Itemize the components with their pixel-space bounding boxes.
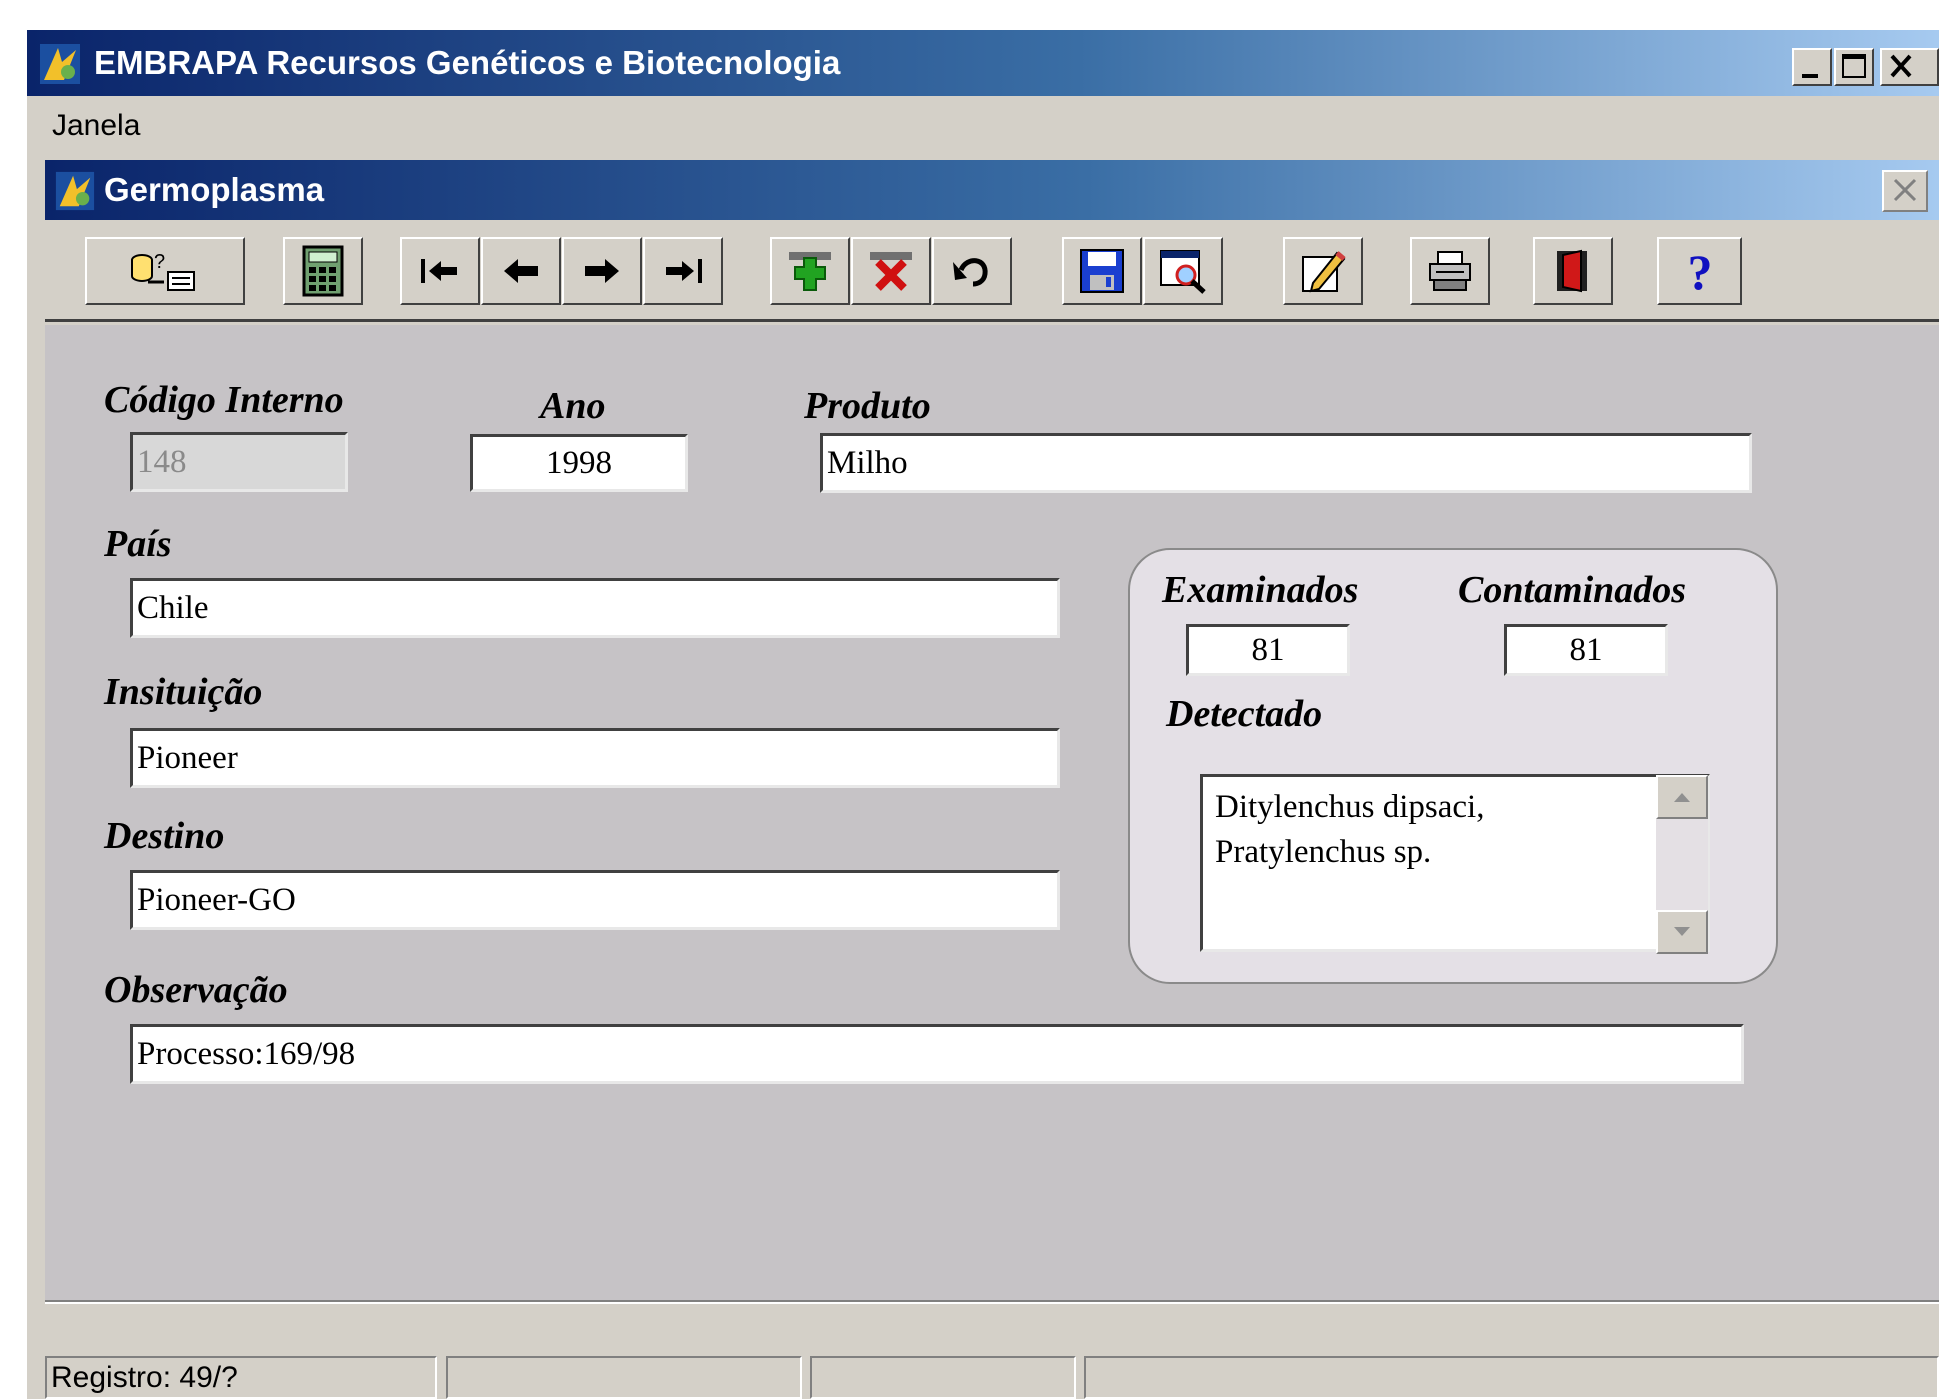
print-icon [1429, 251, 1471, 291]
contaminados-field[interactable]: 81 [1504, 624, 1668, 676]
label-observacao: Observação [104, 969, 288, 1011]
arrow-up-icon [1674, 793, 1690, 802]
exit-door-icon [1557, 249, 1587, 293]
instituicao-field[interactable]: Pioneer [130, 728, 1060, 788]
query-button[interactable]: ? [85, 237, 245, 305]
help-icon: ? [1687, 245, 1712, 297]
detectado-line: Ditylenchus dipsaci, [1215, 789, 1485, 825]
last-record-button[interactable] [643, 237, 723, 305]
scroll-down-button[interactable] [1656, 910, 1708, 954]
label-produto: Produto [804, 385, 931, 427]
close-icon [1893, 178, 1917, 202]
next-record-icon [585, 259, 619, 283]
status-separator [45, 1300, 1939, 1304]
close-icon [1890, 54, 1912, 78]
menu-janela[interactable]: Janela [52, 98, 140, 153]
svg-text:?: ? [1687, 245, 1712, 297]
help-button[interactable]: ? [1657, 237, 1742, 305]
produto-field[interactable]: Milho [820, 433, 1752, 493]
label-destino: Destino [104, 815, 225, 857]
maximize-icon [1842, 54, 1866, 78]
child-title: Germoplasma [104, 171, 325, 208]
svg-text:?: ? [154, 251, 165, 273]
minimize-button[interactable] [1792, 48, 1832, 86]
label-codigo-interno: Código Interno [104, 379, 344, 421]
next-record-button[interactable] [562, 237, 642, 305]
child-close-button[interactable] [1882, 170, 1928, 212]
add-record-button[interactable] [770, 237, 850, 305]
label-detectado: Detectado [1166, 693, 1323, 735]
print-button[interactable] [1410, 237, 1490, 305]
save-icon [1080, 249, 1124, 293]
child-logo-icon [53, 170, 97, 214]
previous-record-button[interactable] [481, 237, 561, 305]
query-data-icon: ? [131, 251, 195, 291]
undo-button[interactable] [932, 237, 1012, 305]
app-logo-icon [38, 42, 82, 86]
menubar [27, 98, 1939, 153]
edit-pencil-icon [1302, 251, 1346, 293]
minimize-icon [1802, 74, 1818, 78]
search-form-icon [1160, 250, 1206, 294]
observacao-field[interactable]: Processo:169/98 [130, 1024, 1744, 1084]
save-button[interactable] [1062, 237, 1142, 305]
label-pais: País [104, 523, 172, 565]
first-record-button[interactable] [400, 237, 480, 305]
status-panel-3 [810, 1356, 1076, 1399]
status-panel-4 [1084, 1356, 1939, 1399]
child-titlebar[interactable] [45, 160, 1939, 220]
status-record: Registro: 49/? [45, 1356, 437, 1399]
close-button[interactable] [1880, 48, 1939, 86]
delete-record-button[interactable] [851, 237, 931, 305]
app-title: EMBRAPA Recursos Genéticos e Biotecnolog… [94, 44, 841, 81]
label-contaminados: Contaminados [1458, 569, 1687, 611]
label-ano: Ano [540, 385, 606, 427]
status-panel-2 [446, 1356, 802, 1399]
pais-field[interactable]: Chile [130, 578, 1060, 638]
ano-field[interactable]: 1998 [470, 434, 688, 492]
codigo-interno-field: 148 [130, 432, 348, 492]
detectado-line: Pratylenchus sp. [1215, 834, 1432, 870]
previous-record-icon [504, 259, 538, 283]
edit-button[interactable] [1283, 237, 1363, 305]
undo-icon [953, 258, 988, 287]
search-form-button[interactable] [1143, 237, 1223, 305]
first-record-icon [421, 259, 457, 283]
scroll-up-button[interactable] [1656, 775, 1708, 819]
calculator-icon [302, 245, 344, 297]
delete-record-icon [870, 252, 912, 291]
detectado-memo[interactable]: Ditylenchus dipsaci, Pratylenchus sp. [1200, 774, 1710, 952]
destino-field[interactable]: Pioneer-GO [130, 870, 1060, 930]
add-record-icon [789, 252, 831, 291]
examinados-field[interactable]: 81 [1186, 624, 1350, 676]
label-instituicao: Insituição [104, 671, 263, 713]
last-record-icon [666, 259, 702, 283]
label-examinados: Examinados [1162, 569, 1359, 611]
maximize-button[interactable] [1834, 48, 1874, 86]
arrow-down-icon [1674, 927, 1690, 936]
exit-button[interactable] [1533, 237, 1613, 305]
calculator-button[interactable] [283, 237, 363, 305]
